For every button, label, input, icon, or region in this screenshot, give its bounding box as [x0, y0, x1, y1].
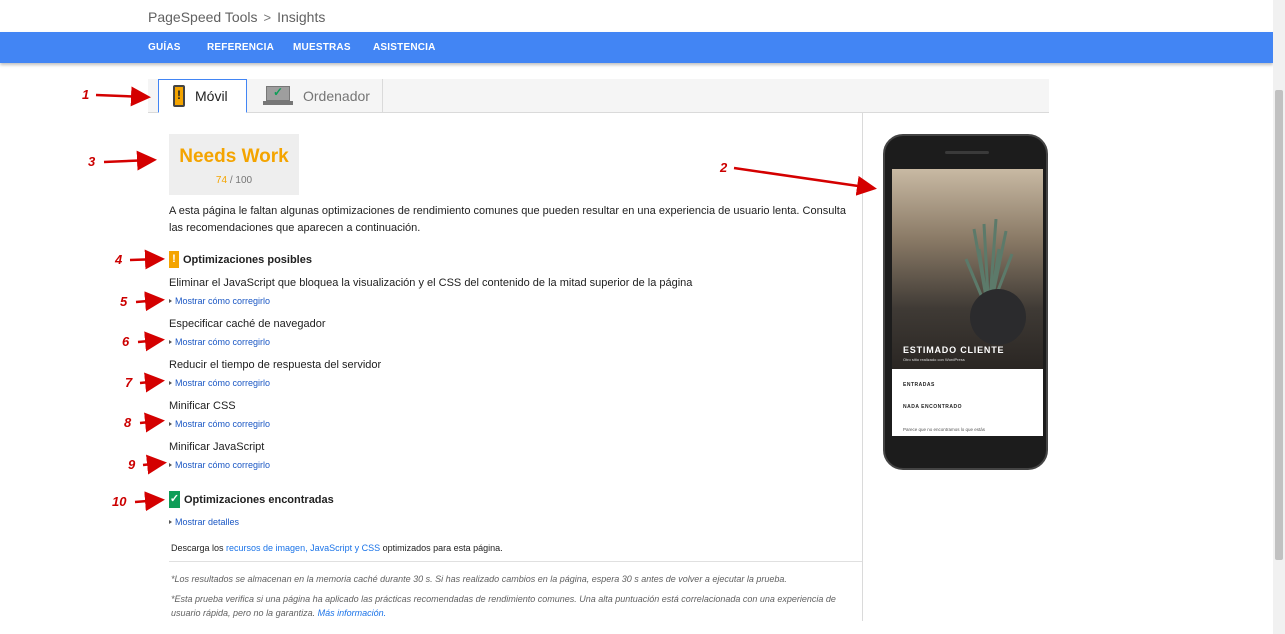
- arrow-3: [103, 150, 157, 171]
- mobile-warning-icon: [173, 85, 185, 107]
- nav-item-muestras[interactable]: MUESTRAS: [293, 42, 351, 53]
- test-note: *Esta prueba verifica si una página ha a…: [171, 594, 836, 618]
- arrow-4: [129, 249, 165, 270]
- marker-3: 3: [88, 154, 96, 169]
- top-bar: PageSpeed Tools > Insights: [0, 0, 1273, 32]
- download-resources-link[interactable]: recursos de imagen, JavaScript y CSS: [226, 543, 380, 553]
- triangle-right-icon: [169, 381, 172, 385]
- breadcrumb-current[interactable]: Insights: [277, 9, 325, 25]
- show-fix-link[interactable]: Mostrar cómo corregirlo: [169, 419, 270, 429]
- nav-item-referencia[interactable]: REFERENCIA: [207, 42, 274, 53]
- marker-7: 7: [125, 375, 133, 390]
- score-value: 74 / 100: [215, 175, 253, 186]
- triangle-right-icon: [169, 463, 172, 467]
- breadcrumb-root[interactable]: PageSpeed Tools: [148, 9, 258, 25]
- arrow-10: [134, 491, 165, 512]
- more-info-link[interactable]: Más información.: [318, 608, 387, 618]
- rule-browser-cache: Especificar caché de navegador: [169, 318, 326, 330]
- nav-item-guias[interactable]: GUÍAS: [148, 42, 181, 53]
- show-fix-link[interactable]: Mostrar cómo corregirlo: [169, 460, 270, 470]
- show-fix-link[interactable]: Mostrar cómo corregirlo: [169, 337, 270, 347]
- triangle-right-icon: [169, 340, 172, 344]
- show-fix-link[interactable]: Mostrar cómo corregirlo: [169, 296, 270, 306]
- arrow-6: [137, 331, 165, 352]
- marker-10: 10: [112, 494, 127, 509]
- tab-mobile[interactable]: Móvil: [158, 79, 247, 113]
- check-icon: ✓: [169, 491, 180, 508]
- tab-desktop[interactable]: Ordenador: [247, 79, 383, 113]
- rule-minify-css: Minificar CSS: [169, 400, 236, 412]
- pot-image: [970, 289, 1026, 345]
- preview-heading: NADA ENCONTRADO: [903, 404, 962, 410]
- mobile-preview: ESTIMADO CLIENTE Otro sitio realizado co…: [883, 134, 1048, 470]
- possible-optimizations-title: ! Optimizaciones posibles: [169, 251, 312, 268]
- score-description: A esta página le faltan algunas optimiza…: [169, 205, 846, 234]
- rule-render-blocking: Eliminar el JavaScript que bloquea la vi…: [169, 277, 693, 289]
- tab-mobile-label: Móvil: [195, 88, 228, 104]
- rule-server-response: Reducir el tiempo de respuesta del servi…: [169, 359, 382, 371]
- marker-6: 6: [122, 334, 130, 349]
- marker-4: 4: [115, 252, 123, 267]
- page-scrollbar[interactable]: [1273, 0, 1285, 634]
- preview-site-subtitle: Otro sitio realizado con WordPress: [903, 357, 965, 362]
- tab-desktop-label: Ordenador: [303, 88, 370, 104]
- preview-text: Parece que no encontramos lo que estás: [903, 427, 986, 432]
- arrow-1: [95, 86, 151, 107]
- column-divider: [862, 113, 863, 621]
- cache-note: *Los resultados se almacenan en la memor…: [171, 574, 787, 584]
- notes-divider: [169, 561, 862, 562]
- nav-bar: GUÍAS REFERENCIA MUESTRAS ASISTENCIA: [0, 32, 1273, 63]
- device-tabs: Móvil Ordenador: [148, 79, 1049, 113]
- marker-5: 5: [120, 294, 128, 309]
- marker-9: 9: [128, 457, 136, 472]
- triangle-right-icon: [169, 299, 172, 303]
- marker-2: 2: [720, 160, 728, 175]
- warning-icon: !: [169, 251, 179, 268]
- arrow-8: [139, 412, 165, 433]
- marker-8: 8: [124, 415, 132, 430]
- phone-speaker: [945, 151, 989, 154]
- marker-1: 1: [82, 87, 90, 102]
- scrollbar-thumb[interactable]: [1275, 90, 1283, 560]
- arrow-5: [135, 291, 165, 312]
- preview-screen: ESTIMADO CLIENTE Otro sitio realizado co…: [892, 169, 1043, 436]
- rule-minify-js: Minificar JavaScript: [169, 441, 265, 453]
- score-verdict: Needs Work: [179, 146, 289, 167]
- show-fix-link[interactable]: Mostrar cómo corregirlo: [169, 378, 270, 388]
- triangle-right-icon: [169, 520, 172, 524]
- download-resources: Descarga los recursos de imagen, JavaScr…: [171, 543, 503, 553]
- arrow-9: [142, 454, 167, 475]
- show-details-link[interactable]: Mostrar detalles: [169, 517, 239, 527]
- arrow-2: [733, 166, 877, 196]
- preview-site-title: ESTIMADO CLIENTE: [903, 345, 1005, 355]
- breadcrumb-separator: >: [263, 9, 272, 25]
- breadcrumb: PageSpeed Tools > Insights: [148, 9, 325, 25]
- score-box: Needs Work 74 / 100: [169, 134, 299, 195]
- preview-menu: ENTRADAS: [903, 382, 935, 388]
- nav-item-asistencia[interactable]: ASISTENCIA: [373, 42, 436, 53]
- desktop-check-icon: [263, 85, 293, 106]
- triangle-right-icon: [169, 422, 172, 426]
- found-optimizations-title: ✓ Optimizaciones encontradas: [169, 491, 334, 508]
- arrow-7: [139, 372, 165, 393]
